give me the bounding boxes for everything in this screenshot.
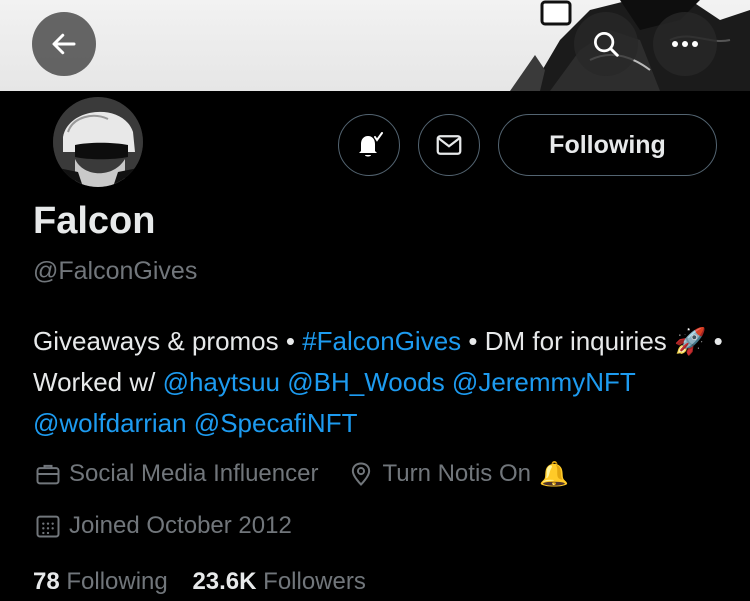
following-stat[interactable]: 78 Following	[33, 568, 168, 595]
more-icon	[672, 41, 698, 47]
mention-link[interactable]: @JeremmyNFT	[452, 367, 635, 397]
followers-count: 23.6K	[192, 568, 257, 595]
category-label: Social Media Influencer	[69, 460, 319, 487]
joined-date: Joined October 2012	[33, 511, 292, 541]
message-button[interactable]	[418, 114, 480, 176]
category: Social Media Influencer	[33, 459, 318, 489]
bio-text: Giveaways & promos •	[33, 326, 303, 356]
following-button[interactable]: Following	[498, 114, 717, 176]
location-label: Turn Notis On	[382, 460, 531, 487]
back-arrow-icon	[52, 33, 76, 55]
joined-label: Joined October 2012	[69, 512, 292, 539]
back-button[interactable]	[32, 12, 96, 76]
mail-icon	[436, 135, 462, 155]
location-pin-icon	[346, 459, 376, 489]
following-label: Following	[66, 568, 168, 595]
hashtag-link[interactable]: #FalconGives	[302, 326, 461, 356]
profile-name: Falcon	[33, 200, 156, 242]
location: Turn Notis On 🔔	[346, 459, 569, 489]
following-count: 78	[33, 568, 60, 595]
bio-text: • DM for inquiries	[461, 326, 674, 356]
mention-link[interactable]: @haytsuu	[163, 367, 280, 397]
avatar[interactable]	[50, 94, 146, 190]
bell-emoji: 🔔	[538, 460, 569, 488]
notifications-button[interactable]	[338, 114, 400, 176]
rocket-emoji: 🚀	[674, 326, 707, 356]
more-options-button[interactable]	[653, 12, 717, 76]
profile-meta: Social Media Influencer Turn Notis On 🔔	[33, 459, 569, 489]
calendar-icon	[33, 511, 63, 541]
follow-stats: 78 Following 23.6K Followers	[33, 568, 366, 596]
profile-bio: Giveaways & promos • #FalconGives • DM f…	[33, 321, 723, 444]
followers-label: Followers	[263, 568, 366, 595]
mention-link[interactable]: @SpecafiNFT	[194, 408, 358, 438]
avatar-image	[53, 97, 143, 187]
search-button[interactable]	[574, 12, 638, 76]
search-icon	[594, 32, 619, 57]
notification-bell-icon	[359, 132, 383, 157]
mention-link[interactable]: @wolfdarrian	[33, 408, 187, 438]
mention-link[interactable]: @BH_Woods	[287, 367, 444, 397]
profile-handle: @FalconGives	[33, 257, 198, 285]
briefcase-icon	[33, 459, 63, 489]
followers-stat[interactable]: 23.6K Followers	[192, 568, 365, 595]
